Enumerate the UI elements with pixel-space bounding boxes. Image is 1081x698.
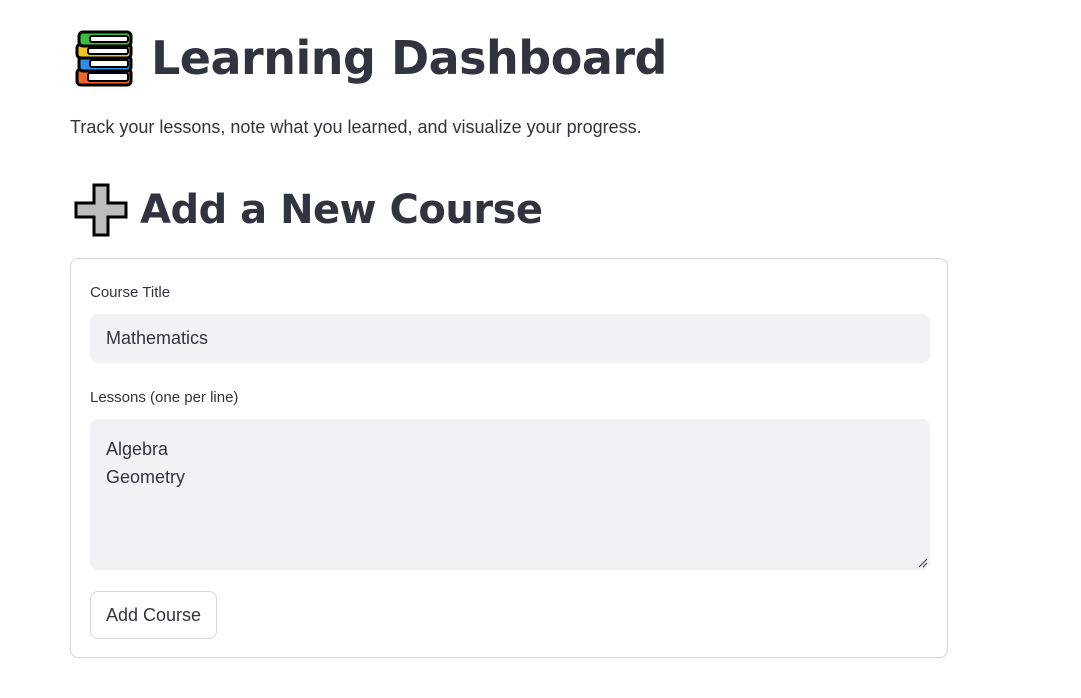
page-title: Learning Dashboard [74,26,667,90]
section-title-text: Add a New Course [140,187,543,233]
add-course-button[interactable]: Add Course [90,591,217,639]
heavy-plus-icon [74,183,128,237]
lesson-line: Geometry [106,467,186,487]
course-title-input[interactable]: Mathematics [90,314,930,363]
page-subtitle: Track your lessons, note what you learne… [70,117,642,137]
add-course-form: Course Title Mathematics Lessons (one pe… [70,258,948,658]
course-title-label: Course Title [90,284,171,301]
page-title-text: Learning Dashboard [151,31,667,85]
resize-handle-icon[interactable] [918,558,928,568]
section-title-add-course: Add a New Course [74,182,543,238]
books-icon [75,30,133,87]
lessons-textarea[interactable]: Algebra Geometry [90,419,930,570]
course-title-value: Mathematics [106,328,209,348]
page: Learning Dashboard Track your lessons, n… [0,0,1081,698]
lessons-label: Lessons (one per line) [90,389,239,406]
lesson-line: Algebra [106,439,169,459]
